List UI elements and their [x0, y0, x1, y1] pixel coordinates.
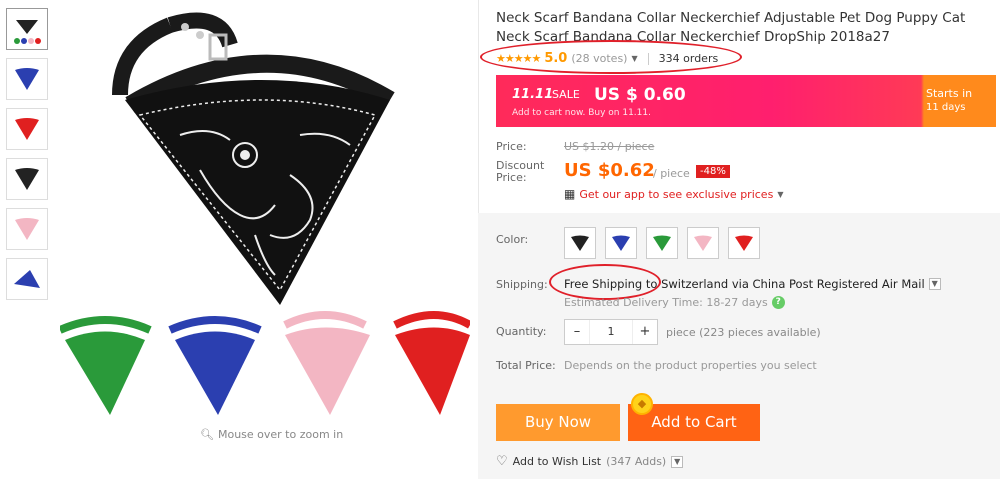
sale-tag: 11.11: [512, 87, 554, 102]
color-swatches: [564, 227, 760, 259]
coin-icon: ◆: [631, 393, 653, 415]
color-swatch-red[interactable]: [728, 227, 760, 259]
quantity-input[interactable]: 1: [589, 320, 633, 344]
rating-score: 5.0: [544, 51, 568, 66]
app-promo-text[interactable]: Get our app to see exclusive prices: [579, 188, 773, 201]
discount-price-label: Discount Price:: [496, 159, 545, 184]
delivery-time: Estimated Delivery Time: 18-27 days ?: [564, 296, 785, 309]
original-price: US $1.20 / piece: [564, 140, 655, 153]
zoom-hint: 🔍︎ Mouse over to zoom in: [200, 428, 343, 441]
heart-icon[interactable]: ♡: [496, 454, 508, 469]
separator: [647, 52, 649, 65]
starts-label: Starts in: [926, 87, 973, 100]
color-swatch-pink[interactable]: [687, 227, 719, 259]
sale-price: US $ 0.60: [594, 85, 686, 105]
qr-code-icon: ▦: [564, 187, 576, 201]
sale-note: Add to cart now. Buy on 11.11.: [512, 108, 651, 118]
thumbnail-blue-side[interactable]: [6, 258, 48, 300]
buy-now-button[interactable]: Buy Now: [496, 404, 620, 441]
total-price-text: Depends on the product properties you se…: [564, 359, 817, 372]
chevron-down-icon[interactable]: ▼: [928, 278, 941, 290]
increase-button[interactable]: +: [633, 320, 657, 344]
main-product-image[interactable]: [58, 5, 472, 425]
zoom-hint-text: Mouse over to zoom in: [217, 428, 344, 441]
discount-price: US $0.62: [564, 160, 655, 181]
annotation-circle-shipping: [549, 264, 661, 300]
star-rating-icon: ★★★★★: [496, 52, 541, 65]
chevron-down-icon[interactable]: ▼: [777, 190, 783, 199]
color-label: Color:: [496, 233, 529, 246]
discount-badge: -48%: [696, 165, 730, 178]
chevron-down-icon[interactable]: ▼: [631, 54, 637, 63]
wish-list-row[interactable]: ♡ Add to Wish List (347 Adds) ▼: [496, 454, 684, 469]
quantity-row: – 1 + piece (223 pieces available): [564, 319, 821, 345]
rating-row: ★★★★★ 5.0 (28 votes) ▼ 334 orders: [496, 51, 718, 66]
color-swatch-blue[interactable]: [605, 227, 637, 259]
app-promo-link[interactable]: ▦ Get our app to see exclusive prices ▼: [564, 187, 783, 201]
countdown: Starts in 11 days: [926, 87, 972, 115]
color-swatch-green[interactable]: [646, 227, 678, 259]
chevron-down-icon[interactable]: ▼: [671, 455, 684, 468]
quantity-stepper: – 1 +: [564, 319, 658, 345]
total-price-label: Total Price:: [496, 359, 556, 372]
sale-banner: 11.11 SALE US $ 0.60 Add to cart now. Bu…: [496, 75, 996, 127]
wish-count: (347 Adds): [606, 455, 667, 468]
quantity-label: Quantity:: [496, 325, 547, 338]
starts-value: 11 days: [926, 102, 966, 113]
magnifier-icon: 🔍︎: [200, 428, 214, 441]
thumbnail-blue[interactable]: [6, 58, 48, 100]
shipping-label: Shipping:: [496, 278, 548, 291]
sale-tag-word: SALE: [552, 88, 580, 101]
thumbnail-mix[interactable]: [6, 8, 48, 50]
wish-list-link[interactable]: Add to Wish List: [513, 455, 601, 468]
availability: piece (223 pieces available): [666, 325, 821, 339]
help-icon[interactable]: ?: [771, 296, 785, 309]
thumbnail-list: [6, 8, 50, 308]
color-swatch-black[interactable]: [564, 227, 596, 259]
thumbnail-pink[interactable]: [6, 208, 48, 250]
votes-link[interactable]: (28 votes): [571, 52, 627, 65]
thumbnail-black[interactable]: [6, 158, 48, 200]
delivery-text: Estimated Delivery Time: 18-27 days: [564, 296, 768, 309]
orders-count: 334 orders: [658, 52, 719, 65]
thumbnail-red[interactable]: [6, 108, 48, 150]
decrease-button[interactable]: –: [565, 320, 589, 344]
price-unit: / piece: [653, 167, 690, 180]
price-label: Price:: [496, 140, 527, 153]
